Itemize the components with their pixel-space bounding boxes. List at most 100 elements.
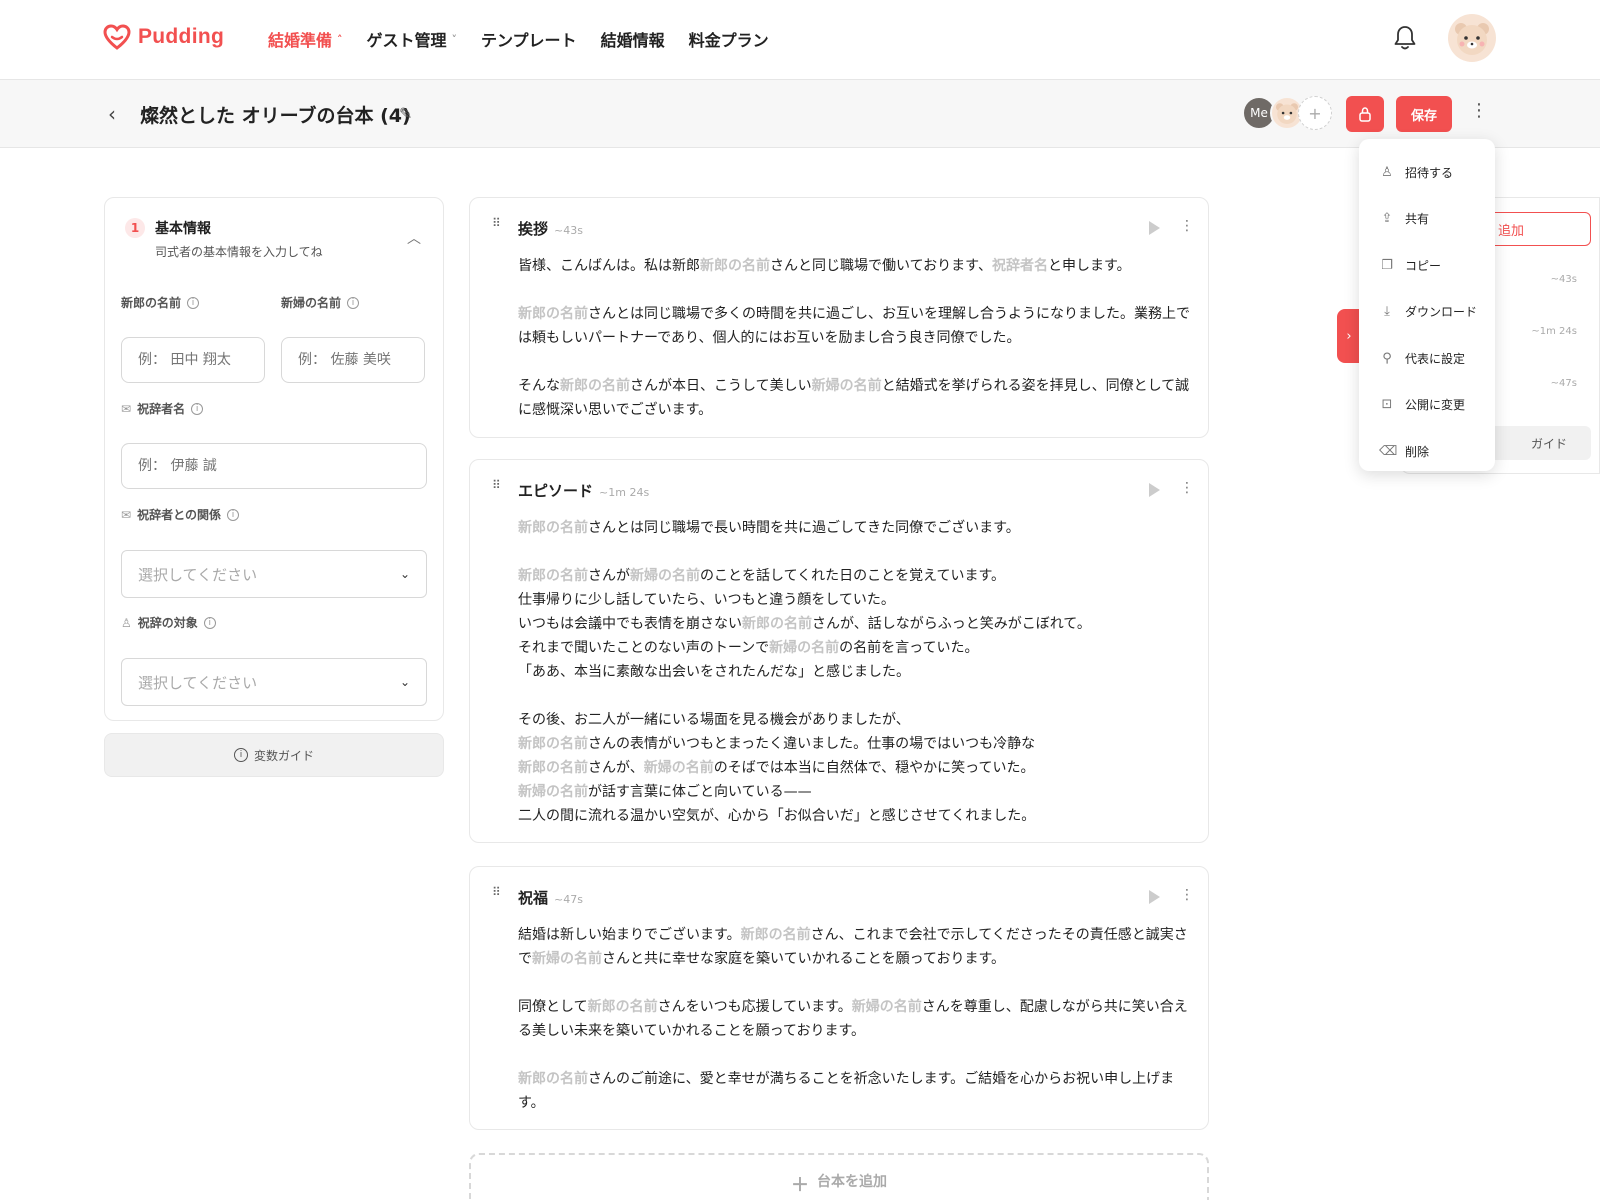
relation-select[interactable]: 選択してください ⌄ [121, 550, 427, 598]
info-icon[interactable]: i [203, 616, 216, 629]
menu-item-label: 代表に設定 [1405, 351, 1466, 366]
variable-token: 新婦の名前 [518, 784, 588, 800]
outline-duration: ~1m 24s [1531, 326, 1577, 337]
menu-item[interactable]: ⌫ 削除 [1359, 428, 1495, 475]
nav-item[interactable]: テンプレート [481, 27, 577, 51]
info-icon[interactable]: i [347, 296, 360, 309]
pencil-icon[interactable]: ✎ [399, 104, 412, 123]
nav-item[interactable]: ゲスト管理 ˅ [367, 27, 458, 51]
more-vertical-icon[interactable]: ⋮ [1180, 218, 1194, 234]
variable-token: 新郎の名前 [518, 306, 588, 322]
add-script-button[interactable]: ＋ 台本を追加 [469, 1153, 1209, 1200]
script-title: エピソード ~1m 24s [518, 482, 650, 500]
play-icon[interactable] [1149, 890, 1160, 904]
nav-chevron-icon: ˅ [451, 32, 458, 46]
script-paragraph: その後、お二人が一緒にいる場面を見る機会がありましたが、 新郎の名前さんの表情がい… [518, 708, 1198, 828]
menu-item[interactable]: ♙ 招待する [1359, 149, 1495, 196]
script-text: さんが本日、こうして美しい [630, 378, 812, 394]
groom-name-label: 新郎の名前 i [121, 294, 200, 311]
nav-item[interactable]: 料金プラン [689, 27, 769, 51]
bear-avatar-icon [1455, 23, 1489, 55]
menu-item-label: 削除 [1405, 444, 1430, 459]
add-collaborator-button[interactable]: + [1298, 96, 1332, 130]
script-text: それまで聞いたことのない声のトーンで [518, 640, 770, 656]
script-body[interactable]: 新郎の名前さんとは同じ職場で長い時間を共に過ごしてきた同僚でございます。 新郎の名… [518, 516, 1198, 828]
chevron-up-icon[interactable]: ︿ [407, 228, 421, 248]
menu-item[interactable]: ⤓ ダウンロード [1359, 289, 1495, 336]
lock-button[interactable] [1346, 96, 1384, 132]
more-vertical-icon[interactable]: ⋮ [1180, 887, 1194, 903]
groom-name-input[interactable] [121, 337, 265, 383]
basic-info-card: 1 基本情報 司式者の基本情報を入力してね ︿ 新郎の名前 i 新婦の名前 i … [104, 197, 444, 721]
drag-handle-icon[interactable]: ⠿ [492, 479, 501, 491]
section-title: 基本情報 [155, 221, 211, 237]
play-icon[interactable] [1149, 221, 1160, 235]
speaker-name-input[interactable] [121, 443, 427, 489]
logo[interactable]: Pudding [103, 24, 224, 50]
script-text: さんのご前途に、愛と幸せが満ちることを祈念いたします。ご結婚を心からお祝い申し上… [518, 1071, 1175, 1111]
drag-handle-icon[interactable]: ⠿ [492, 217, 501, 229]
panel-toggle-chevron-icon[interactable]: › [1337, 309, 1361, 363]
menu-item[interactable]: ⇪ 共有 [1359, 196, 1495, 243]
script-text: さんをいつも応援しています。 [657, 999, 852, 1015]
nav-item-label: ゲスト管理 [366, 31, 447, 50]
nav-item[interactable]: 結婚準備 ˄ [268, 27, 343, 51]
handshake-icon: ✉ [121, 401, 132, 416]
variable-guide-button[interactable]: i 変数ガイド [104, 733, 444, 777]
info-icon[interactable]: i [226, 508, 239, 521]
script-text: と申します。 [1048, 258, 1131, 274]
script-text: さんと共に幸せな家庭を築いていかれることを願っております。 [602, 951, 1006, 967]
info-icon[interactable]: i [191, 402, 204, 415]
bride-name-label: 新婦の名前 i [281, 294, 360, 311]
back-chevron-icon[interactable]: ‹ [108, 102, 116, 126]
variable-token: 新郎の名前 [518, 520, 588, 536]
script-paragraph: そんな新郎の名前さんが本日、こうして美しい新婦の名前と結婚式を挙げられる姿を拝見… [518, 374, 1198, 422]
menu-item[interactable]: ❐ コピー [1359, 242, 1495, 289]
script-body[interactable]: 皆様、こんばんは。私は新郎新郎の名前さんと同じ職場で働いております、祝辞者名と申… [518, 254, 1198, 422]
script-body[interactable]: 結婚は新しい始まりでございます。新郎の名前さん、これまで会社で示してくださったそ… [518, 923, 1198, 1115]
nav-item[interactable]: 結婚情報 [601, 27, 665, 51]
download-icon: ⤓ [1384, 304, 1390, 320]
variable-token: 新婦の名前 [532, 951, 602, 967]
target-label: ♙ 祝辞の対象 i [121, 614, 216, 631]
variable-token: 新郎の名前 [518, 736, 588, 752]
drag-handle-icon[interactable]: ⠿ [492, 886, 501, 898]
script-title: 挨拶 ~43s [518, 220, 583, 238]
main-nav: 結婚準備 ˄ ゲスト管理 ˅ テンプレート 結婚情報 料金プラン [268, 27, 769, 51]
more-vertical-icon[interactable]: ⋮ [1470, 100, 1488, 121]
info-icon[interactable]: i [187, 296, 200, 309]
script-text: 同僚として [518, 999, 588, 1015]
variable-token: 新郎の名前 [518, 760, 588, 776]
script-paragraph: 新郎の名前さんが新婦の名前のことを話してくれた日のことを覚えています。 仕事帰りに… [518, 564, 1198, 684]
section-subtitle: 司式者の基本情報を入力してね [155, 245, 323, 259]
variable-token: 新郎の名前 [518, 1071, 588, 1087]
menu-item-label: 共有 [1405, 212, 1430, 227]
script-text: の名前を言っていた。 [839, 640, 979, 656]
script-text: のそばでは本当に自然体で、穏やかに笑っていた。 [713, 760, 1035, 776]
speaker-name-label: ✉ 祝辞者名 i [121, 400, 204, 417]
script-duration: ~43s [554, 224, 583, 237]
menu-item[interactable]: ⊡ 公開に変更 [1359, 382, 1495, 429]
more-vertical-icon[interactable]: ⋮ [1180, 480, 1194, 496]
script-card: ⠿ 挨拶 ~43s ⋮ 皆様、こんばんは。私は新郎新郎の名前さんと同じ職場で働いておりま… [469, 197, 1209, 438]
save-button[interactable]: 保存 [1396, 96, 1452, 132]
bride-name-input[interactable] [281, 337, 425, 383]
outline-duration: ~43s [1550, 274, 1577, 285]
play-icon[interactable] [1149, 483, 1160, 497]
script-text: 二人の間に流れる温かい空気が、心から「お似合いだ」と感じさせてくれました。 [518, 808, 1036, 824]
plus-icon: ＋ [791, 1175, 809, 1196]
script-card: ⠿ エピソード ~1m 24s ⋮ 新郎の名前さんとは同じ職場で長い時間を共に過ごしてき… [469, 459, 1209, 843]
more-menu: ♙ 招待する ⇪ 共有 ❐ コピー ⤓ ダウンロード ⚲ 代表に設定 ⊡ 公開に変更 ⌫ 削除 [1359, 139, 1495, 471]
nav-item-label: 結婚情報 [600, 31, 665, 50]
bell-icon[interactable] [1392, 24, 1418, 52]
chevron-down-icon: ⌄ [399, 567, 410, 581]
script-text: のことを話してくれた日のことを覚えています。 [700, 568, 1006, 584]
variable-token: 新郎の名前 [587, 999, 658, 1015]
handshake-icon: ✉ [121, 507, 132, 522]
target-select[interactable]: 選択してください ⌄ [121, 658, 427, 706]
user-avatar[interactable] [1448, 14, 1496, 62]
page-title: 燦然とした オリーブの台本 (4) [140, 105, 411, 127]
script-text: 「ああ、本当に素敵な出会いをされたんだな」と感じました。 [518, 664, 910, 680]
menu-item[interactable]: ⚲ 代表に設定 [1359, 335, 1495, 382]
script-text: そんな [518, 378, 560, 394]
